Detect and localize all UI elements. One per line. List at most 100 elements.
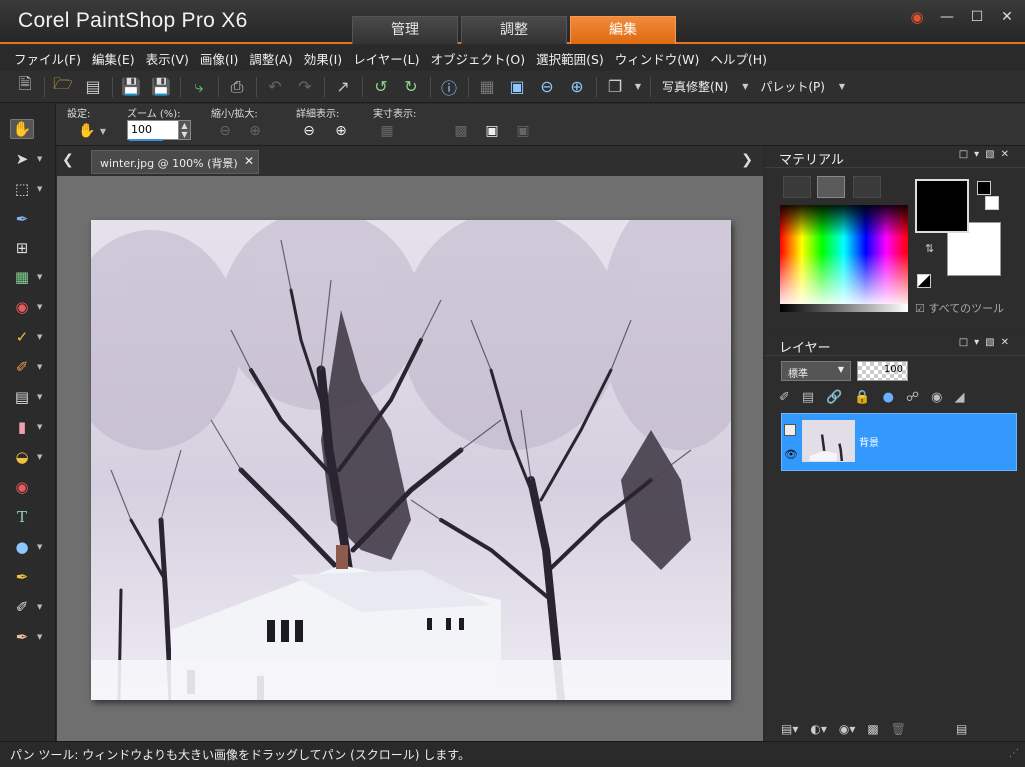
chevron-left-icon[interactable]: ❮ <box>62 152 74 168</box>
chevron-down-icon[interactable]: ▼ <box>92 121 114 141</box>
mask-icon[interactable]: ▤ <box>802 390 814 405</box>
close-icon[interactable]: ✕ <box>997 8 1017 26</box>
menu-objects[interactable]: オブジェクト(O) <box>430 49 525 68</box>
new-layer-icon[interactable]: ▤▾ <box>781 722 798 736</box>
scan-icon[interactable]: ▤ <box>80 74 106 100</box>
art-media-tool[interactable]: ✐ ▼ <box>10 594 50 620</box>
tab-swatches[interactable] <box>853 176 881 198</box>
menu-layers[interactable]: レイヤー(L) <box>353 49 419 68</box>
zoom-in-detail-icon[interactable]: ⊕ <box>330 121 352 141</box>
bg-small-swatch[interactable] <box>985 196 999 210</box>
foreground-color-swatch[interactable] <box>915 179 969 233</box>
swap-colors-icon[interactable]: ⇅ <box>925 242 934 255</box>
resize-icon[interactable]: ↗ <box>330 74 356 100</box>
redo-icon[interactable]: ↷ <box>292 74 318 100</box>
save-as-icon[interactable]: 💾 <box>148 74 174 100</box>
panel-controls[interactable]: □▾▧✕ <box>959 337 1015 348</box>
chevron-right-icon[interactable]: ❯ <box>741 152 753 168</box>
save-icon[interactable]: 💾 <box>118 74 144 100</box>
paint-brush-tool[interactable]: ✐ ▼ <box>10 354 50 380</box>
blend-icon[interactable]: ◉ <box>931 390 942 405</box>
menu-view[interactable]: 表示(V) <box>146 49 189 68</box>
adjust-layer-icon[interactable]: ◐▾ <box>810 722 827 736</box>
red-eye-tool[interactable]: ◉ ▼ <box>10 294 50 320</box>
zoom-out-icon[interactable]: ⊖ <box>214 121 236 141</box>
canvas-image[interactable] <box>91 220 731 700</box>
print-icon[interactable]: ⎙ <box>224 74 250 100</box>
menu-selections[interactable]: 選択範囲(S) <box>536 49 604 68</box>
dropper-tool[interactable]: ✒ <box>10 206 50 232</box>
fill-tool[interactable]: ◒ ▼ <box>10 444 50 470</box>
photo-fix-menu[interactable]: 写真修整(N) <box>662 78 728 95</box>
share-icon[interactable]: ⤷ <box>186 74 212 100</box>
info-icon[interactable]: ⓘ <box>436 74 462 100</box>
duplicate-icon[interactable]: ❐ <box>602 74 628 100</box>
zoom-in-icon[interactable]: ⊕ <box>564 74 590 100</box>
trash-icon[interactable]: 🗑 <box>891 722 906 736</box>
grayscale-ramp[interactable] <box>780 304 908 312</box>
panel-controls[interactable]: □▾▧✕ <box>959 149 1015 160</box>
warp-brush-tool[interactable]: ✒ ▼ <box>10 624 50 650</box>
properties-icon[interactable]: ▤ <box>956 722 967 736</box>
blend-mode-select[interactable]: 標準 ▼ <box>781 361 851 381</box>
undo-icon[interactable]: ↶ <box>262 74 288 100</box>
rotate-right-icon[interactable]: ↻ <box>398 74 424 100</box>
open-folder-icon[interactable]: 🗁 <box>50 74 76 100</box>
zoom-stepper[interactable]: ▲ ▼ <box>178 120 191 140</box>
gradient-tool[interactable]: ▤ ▼ <box>10 384 50 410</box>
minimize-icon[interactable]: — <box>937 8 957 26</box>
globe-icon[interactable]: ● <box>883 390 894 405</box>
unlink-icon[interactable]: ☍ <box>906 390 919 405</box>
merge-icon[interactable]: ◢ <box>954 390 964 405</box>
zoom-out-detail-icon[interactable]: ⊖ <box>298 121 320 141</box>
fit-screen-icon[interactable]: ▣ <box>512 121 534 141</box>
menu-adjust[interactable]: 調整(A) <box>249 49 292 68</box>
tab-edit[interactable]: 編集 <box>570 16 676 44</box>
color-spectrum[interactable] <box>780 205 908 312</box>
picture-tube-tool[interactable]: ◉ <box>10 474 50 500</box>
fg-small-swatch[interactable] <box>977 181 991 195</box>
pen-tool[interactable]: ✒ <box>10 564 50 590</box>
actual-size-icon[interactable]: ▦ <box>474 74 500 100</box>
layer-row-background[interactable]: 👁 背景 <box>781 413 1017 471</box>
eraser-tool[interactable]: ▮ ▼ <box>10 414 50 440</box>
shape-tool[interactable]: ● ▼ <box>10 534 50 560</box>
document-tab[interactable]: winter.jpg @ 100% (背景) ✕ <box>91 150 259 174</box>
menu-effects[interactable]: 効果(I) <box>304 49 342 68</box>
menu-window[interactable]: ウィンドウ(W) <box>615 49 700 68</box>
reset-colors-icon[interactable] <box>917 274 931 288</box>
menu-edit[interactable]: 編集(E) <box>92 49 135 68</box>
zoom-slider[interactable] <box>129 139 163 141</box>
text-tool[interactable]: T <box>10 504 50 530</box>
tab-rainbow[interactable] <box>783 176 811 198</box>
all-tools-checkbox[interactable]: ☑ すべてのツール <box>915 300 1004 316</box>
selection-tool[interactable]: ⬚ ▼ <box>10 176 50 202</box>
brush-layer-icon[interactable]: ✐ <box>779 390 790 405</box>
fit-image-icon[interactable]: ▩ <box>450 121 472 141</box>
fit-window-icon[interactable]: ▣ <box>504 74 530 100</box>
link-icon[interactable]: 🔗 <box>826 390 842 405</box>
user-icon[interactable]: ◉ <box>907 8 927 26</box>
menu-help[interactable]: ヘルプ(H) <box>710 49 767 68</box>
resize-grip-icon[interactable]: ⋰ <box>1009 748 1019 759</box>
actual-size-icon[interactable]: ▦ <box>376 121 398 141</box>
mask-layer-icon[interactable]: ◉▾ <box>839 722 856 736</box>
crop-tool[interactable]: ⊞ <box>10 235 50 261</box>
pan-tool[interactable]: ✋ <box>10 116 50 142</box>
tab-frame[interactable] <box>817 176 845 198</box>
new-file-icon[interactable]: 🗎 <box>12 74 38 100</box>
lock-icon[interactable]: 🔒 <box>854 390 870 405</box>
fit-window-icon[interactable]: ▣ <box>481 121 503 141</box>
zoom-out-icon[interactable]: ⊖ <box>534 74 560 100</box>
close-icon[interactable]: ✕ <box>244 154 254 168</box>
chevron-down-icon[interactable]: ▼ <box>740 74 750 100</box>
palette-menu[interactable]: パレット(P) <box>760 78 825 95</box>
pick-tool[interactable]: ➤ ▼ <box>10 146 50 172</box>
tab-adjust[interactable]: 調整 <box>461 16 567 44</box>
zoom-in-icon[interactable]: ⊕ <box>244 121 266 141</box>
rotate-left-icon[interactable]: ↺ <box>368 74 394 100</box>
chevron-down-icon[interactable]: ▼ <box>632 74 644 100</box>
tab-manage[interactable]: 管理 <box>352 16 458 44</box>
zoom-input[interactable]: 100 <box>127 120 181 140</box>
chevron-down-icon[interactable]: ▼ <box>837 74 847 100</box>
